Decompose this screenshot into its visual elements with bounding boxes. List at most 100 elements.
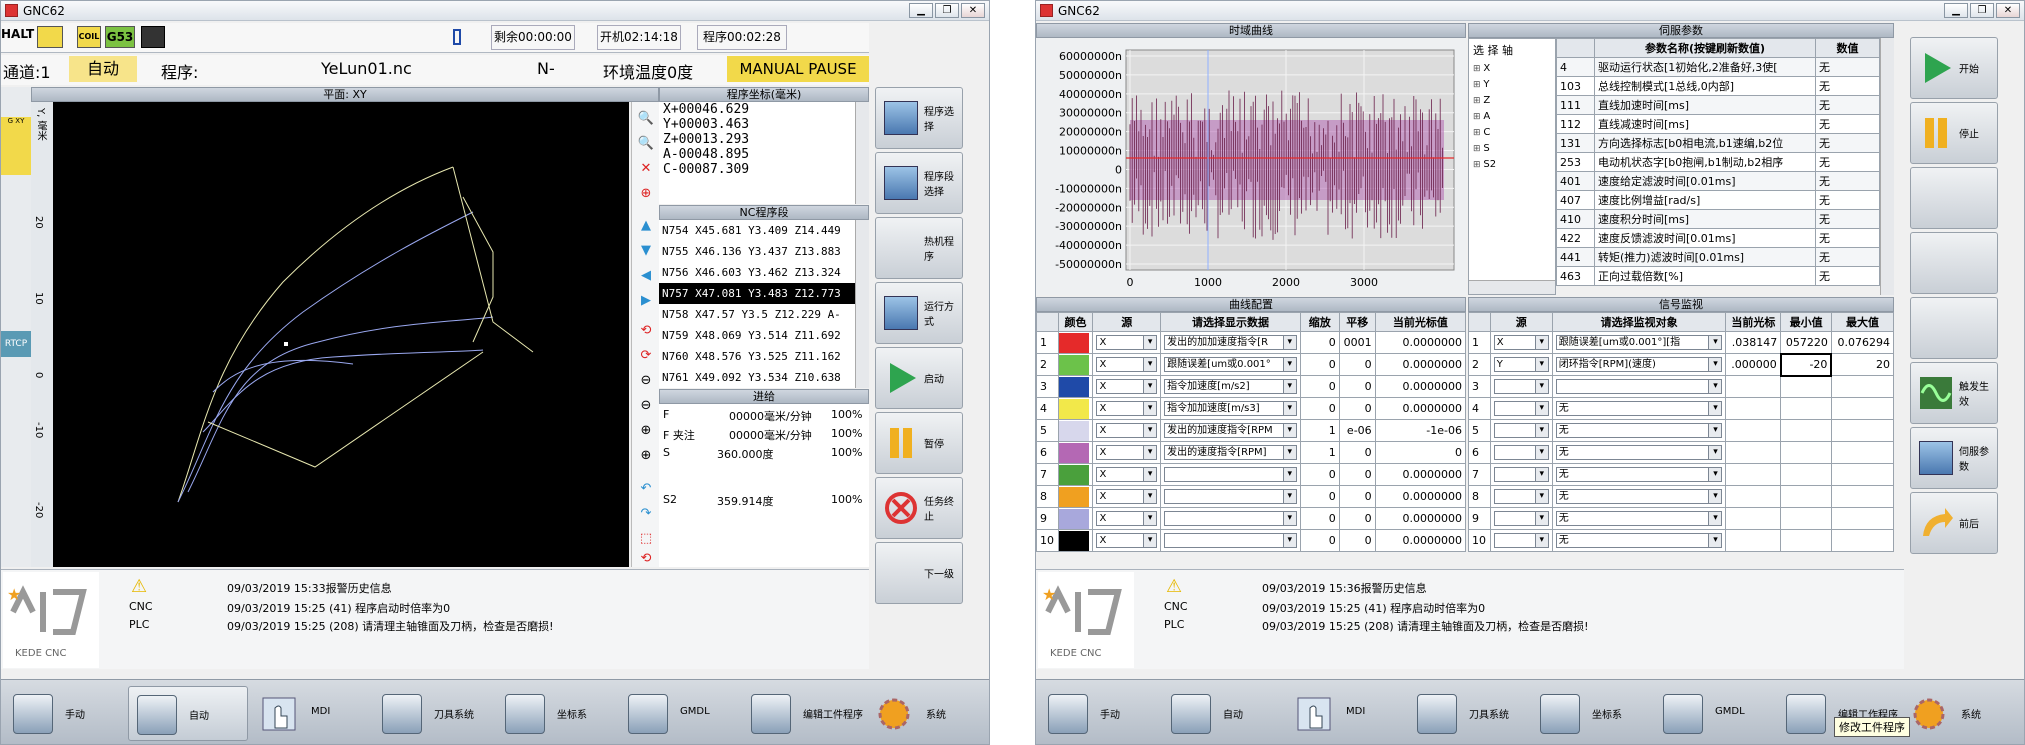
nav-manual[interactable]: 手动 <box>5 686 125 741</box>
source-select[interactable] <box>1493 445 1549 460</box>
color-swatch[interactable] <box>1057 507 1094 530</box>
offset-cell[interactable]: 0 <box>1338 353 1376 376</box>
clear-icon[interactable]: ✕ <box>637 160 655 178</box>
side-button-6[interactable]: 触发生效 <box>1910 362 1998 424</box>
nc-line[interactable]: N757 X47.081 Y3.483 Z12.773 <box>659 283 855 304</box>
table-row[interactable]: 407 速度比例增益[rad/s] 无 <box>1556 190 1880 210</box>
side-button-5[interactable]: 启动 <box>875 347 963 409</box>
max-value[interactable]: 0.076294 <box>1830 331 1895 354</box>
min-value[interactable] <box>1780 419 1832 442</box>
max-value[interactable] <box>1830 375 1895 398</box>
nav-auto[interactable]: 自动 <box>1163 686 1283 741</box>
min-value[interactable] <box>1780 463 1832 486</box>
nav-coordinate[interactable]: 坐标系 <box>497 686 617 741</box>
close-button[interactable]: ✕ <box>1996 3 2020 18</box>
color-swatch[interactable] <box>1057 463 1094 486</box>
center-icon[interactable]: ⊕ <box>637 185 655 203</box>
source-select[interactable]: X <box>1096 533 1158 548</box>
source-select[interactable]: X <box>1096 489 1158 504</box>
data-select[interactable]: 跟随误差[um或0.001° <box>1164 357 1297 372</box>
source-select[interactable] <box>1493 511 1549 526</box>
view-front-icon[interactable]: ⊖ <box>637 397 655 415</box>
object-select[interactable]: 无 <box>1555 445 1723 460</box>
nav-gmdl[interactable]: GMDL <box>1655 686 1775 741</box>
table-row[interactable]: 131 方向选择标志[b0相电流,b1速编,b2位无 <box>1556 133 1880 153</box>
color-swatch[interactable] <box>1057 331 1094 354</box>
axis-item[interactable]: ⊞ C <box>1473 125 1496 141</box>
nav-tool-system[interactable]: 刀具系统 <box>1409 686 1529 741</box>
max-value[interactable] <box>1830 397 1895 420</box>
axis-item[interactable]: ⊞ X <box>1473 61 1496 77</box>
side-button-5[interactable] <box>1910 297 1998 359</box>
side-button-4[interactable] <box>1910 232 1998 294</box>
source-select[interactable]: X <box>1096 379 1158 394</box>
nc-line[interactable]: N760 X48.576 Y3.525 Z11.162 <box>659 346 855 367</box>
nc-line[interactable]: N758 X47.57 Y3.5 Z12.229 A- <box>659 304 855 325</box>
side-button-8[interactable]: 前后 <box>1910 492 1998 554</box>
scale-cell[interactable]: 1 <box>1299 419 1340 442</box>
min-value[interactable]: -20 <box>1779 352 1833 377</box>
nav-tool-system[interactable]: 刀具系统 <box>374 686 494 741</box>
axis-tree-scrollbar[interactable] <box>1469 280 1555 294</box>
nc-line[interactable]: N759 X48.069 Y3.514 Z11.692 <box>659 325 855 346</box>
data-select[interactable] <box>1164 533 1297 548</box>
source-select[interactable] <box>1493 423 1549 438</box>
data-select[interactable]: 发出的加加速度指令[R <box>1164 335 1297 350</box>
color-swatch[interactable] <box>1057 485 1094 508</box>
offset-cell[interactable]: 0 <box>1338 529 1376 552</box>
min-value[interactable] <box>1780 375 1832 398</box>
rtcp-badge[interactable]: RTCP <box>1 331 31 357</box>
nav-mdi[interactable]: MDI <box>251 686 371 741</box>
offset-cell[interactable]: 0 <box>1338 397 1376 420</box>
min-value[interactable] <box>1780 397 1832 420</box>
pan-down-icon[interactable]: ▼ <box>637 242 655 260</box>
scale-cell[interactable]: 0 <box>1299 375 1340 398</box>
offset-cell[interactable]: 0 <box>1338 485 1376 508</box>
axis-item[interactable]: ⊞ S <box>1473 141 1496 157</box>
toolpath-canvas[interactable] <box>53 102 629 567</box>
nav-system[interactable]: 系统 <box>866 686 986 741</box>
min-value[interactable] <box>1780 507 1832 530</box>
side-button-7[interactable]: 任务终止 <box>875 477 963 539</box>
view-top-icon[interactable]: ⊕ <box>637 447 655 465</box>
object-select[interactable]: 无 <box>1555 489 1723 504</box>
max-value[interactable] <box>1830 529 1895 552</box>
view-side-icon[interactable]: ⊕ <box>637 422 655 440</box>
max-value[interactable] <box>1830 441 1895 464</box>
nc-line[interactable]: N756 X46.603 Y3.462 Z13.324 <box>659 262 855 283</box>
object-select[interactable]: 无 <box>1555 401 1723 416</box>
color-swatch[interactable] <box>1057 397 1094 420</box>
nc-scrollbar[interactable] <box>855 220 869 388</box>
scale-cell[interactable]: 0 <box>1299 397 1340 420</box>
source-select[interactable]: X <box>1096 357 1158 372</box>
side-button-6[interactable]: 暂停 <box>875 412 963 474</box>
table-row[interactable]: 441 转矩(推力)滤波时间[0.01ms] 无 <box>1556 247 1880 267</box>
table-row[interactable]: 410 速度积分时间[ms] 无 <box>1556 209 1880 229</box>
side-button-7[interactable]: 伺服参数 <box>1910 427 1998 489</box>
scale-cell[interactable]: 0 <box>1299 529 1340 552</box>
offset-cell[interactable]: e-06 <box>1338 419 1376 442</box>
side-button-4[interactable]: 运行方式 <box>875 282 963 344</box>
side-button-2[interactable]: 程序段选择 <box>875 152 963 214</box>
rotate-y-icon[interactable]: ⟳ <box>637 347 655 365</box>
data-select[interactable] <box>1164 511 1297 526</box>
select-icon[interactable]: ⬚ <box>637 530 655 548</box>
pan-left-icon[interactable]: ◀ <box>637 267 655 285</box>
source-select[interactable] <box>1493 401 1549 416</box>
rotate-x-icon[interactable]: ⟲ <box>637 322 655 340</box>
object-select[interactable]: 无 <box>1555 423 1723 438</box>
scale-cell[interactable]: 0 <box>1299 463 1340 486</box>
object-select[interactable]: 跟随误差[um或0.001°][指 <box>1555 335 1723 350</box>
maximize-button[interactable]: ❐ <box>1970 3 1994 18</box>
side-button-2[interactable]: 停止 <box>1910 102 1998 164</box>
table-row[interactable]: 4 驱动运行状态[1初始化,2准备好,3使[无 <box>1556 57 1880 77</box>
nav-auto[interactable]: 自动 <box>128 686 248 741</box>
scale-cell[interactable]: 0 <box>1299 331 1340 354</box>
table-row[interactable]: 103 总线控制模式[1总线,0内部] 无 <box>1556 76 1880 96</box>
side-button-3[interactable]: 热机程序 <box>875 217 963 279</box>
zoom-out-icon[interactable]: 🔍 <box>637 135 655 153</box>
close-button[interactable]: ✕ <box>961 3 985 18</box>
nav-mdi[interactable]: MDI <box>1286 686 1406 741</box>
source-select[interactable]: X <box>1096 423 1158 438</box>
table-row[interactable]: 422 速度反馈滤波时间[0.01ms] 无 <box>1556 228 1880 248</box>
